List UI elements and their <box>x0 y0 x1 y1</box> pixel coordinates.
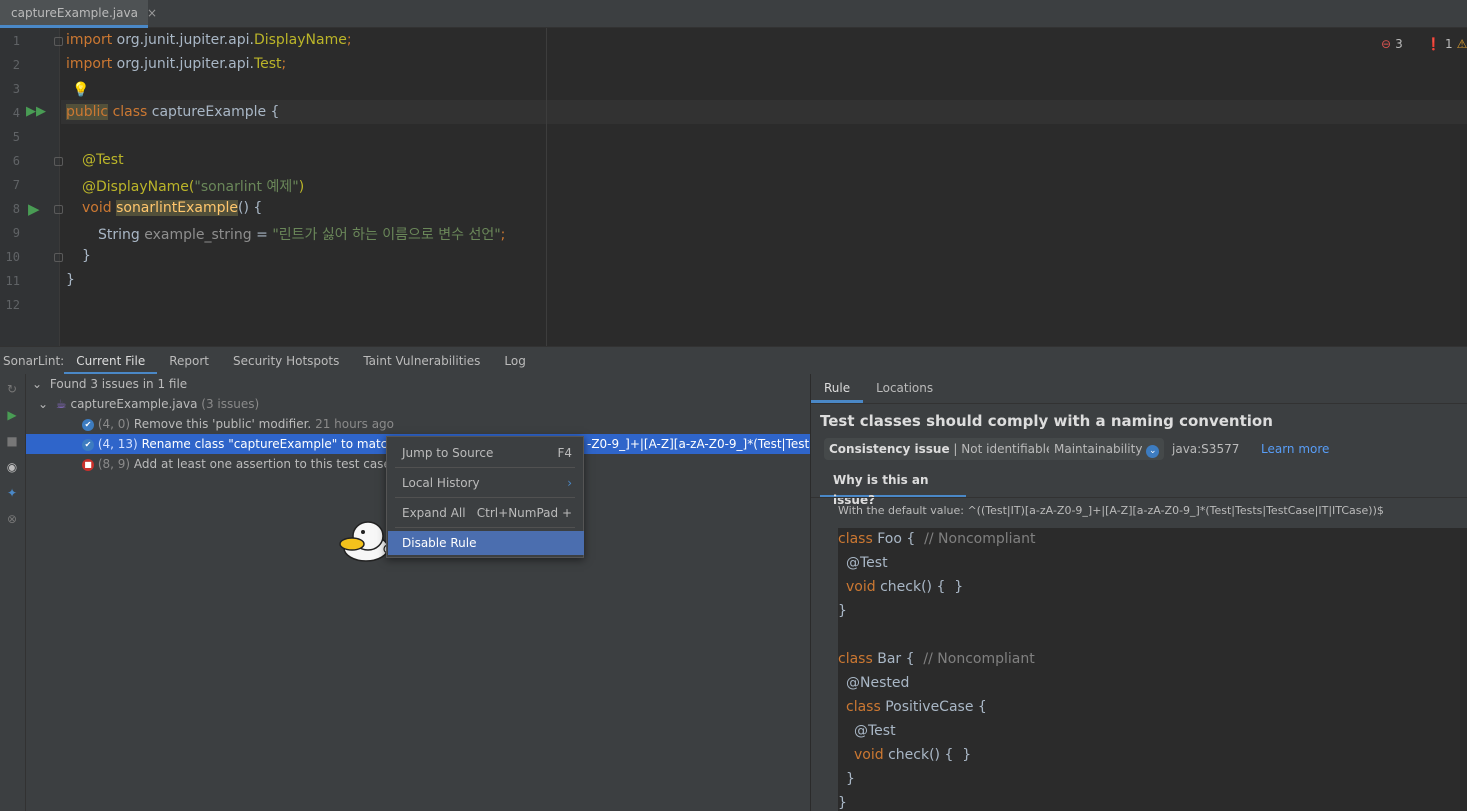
menu-item-jump-to-source[interactable]: Jump to Source F4 <box>388 441 584 465</box>
code-line-11: } <box>66 272 75 288</box>
code-smell-icon: ✔ <box>82 418 94 431</box>
code-line-9: String example_string = "린트가 싫어 하는 이름으로 … <box>98 227 506 243</box>
code-example-line: void check() { } <box>854 747 972 763</box>
code-example-line: } <box>846 771 855 787</box>
editor-gutter: 1 2 3 4 5 6 7 8 9 10 11 12 ▶▶ ▶ <box>0 28 60 346</box>
menu-separator <box>395 527 575 528</box>
line-number: 4 <box>12 106 20 120</box>
close-icon[interactable]: × <box>147 6 157 20</box>
code-example: class Foo { // Noncompliant @Test void c… <box>838 528 1467 811</box>
code-example-line: class PositiveCase { <box>846 699 987 715</box>
code-example-line: } <box>838 795 847 811</box>
code-line-1: import org.junit.jupiter.api.DisplayName… <box>66 32 352 48</box>
tab-security-hotspots[interactable]: Security Hotspots <box>221 347 351 375</box>
warning-circle-icon: ❗ <box>1426 37 1441 51</box>
chevron-down-icon: ⌄ <box>1146 445 1160 458</box>
quality-badge[interactable]: Maintainability ⌄ <box>1049 438 1165 460</box>
divider <box>811 497 1467 498</box>
settings-tools-icon[interactable]: ✦ <box>5 486 19 500</box>
code-line-6: @Test <box>82 152 124 168</box>
line-number: 8 <box>12 202 20 216</box>
toolwindow-label: SonarLint: <box>3 353 65 368</box>
learn-more-link[interactable]: Learn more <box>1261 442 1329 456</box>
error-icon: ⊖ <box>1381 37 1392 51</box>
code-line-2: import org.junit.jupiter.api.Test; <box>66 56 287 72</box>
sonarlint-toolbar: SonarLint: Current File Report Security … <box>0 346 1467 375</box>
tab-why-is-this-an-issue[interactable]: Why is this an issue? <box>820 470 966 507</box>
line-number: 3 <box>12 82 20 96</box>
refresh-icon[interactable]: ↻ <box>5 382 19 396</box>
run-all-icon[interactable]: ▶▶ <box>26 104 46 119</box>
tab-captureexample[interactable]: captureExample.java × <box>0 0 157 28</box>
menu-item-expand-all[interactable]: Expand All Ctrl+NumPad + <box>388 501 584 525</box>
line-number: 12 <box>5 298 20 312</box>
tab-current-file[interactable]: Current File <box>64 347 158 375</box>
chevron-down-icon[interactable]: ⌄ <box>38 397 48 411</box>
line-number: 6 <box>12 154 20 168</box>
code-line-8: void sonarlintExample() { <box>82 200 263 216</box>
line-number: 11 <box>5 274 20 288</box>
context-menu: Jump to Source F4 Local History › Expand A… <box>386 436 584 558</box>
tool-strip: ↻ ▶ ■ ◉ ✦ ⊗ <box>0 374 26 811</box>
code-example-line: class Bar { // Noncompliant <box>838 651 1035 667</box>
line-number: 2 <box>12 58 20 72</box>
right-margin-guide <box>546 28 547 346</box>
inspection-warnings[interactable]: ❗ 1 ⚠ <box>1426 37 1467 51</box>
menu-separator <box>395 497 575 498</box>
menu-item-disable-rule[interactable]: Disable Rule <box>388 531 584 555</box>
editor-tab-bar: captureExample.java × <box>0 0 1467 28</box>
default-value-text: With the default value: ^((Test|IT)[a-zA… <box>838 504 1384 517</box>
clean-code-attribute-badge: Consistency issue | Not identifiable <box>824 438 1059 460</box>
line-number: 9 <box>12 226 20 240</box>
eye-icon[interactable]: ◉ <box>5 460 19 474</box>
chevron-down-icon[interactable]: ⌄ <box>32 377 42 391</box>
stop-icon[interactable]: ■ <box>5 434 19 448</box>
fold-icon[interactable] <box>54 37 63 46</box>
tab-label: captureExample.java <box>11 5 138 20</box>
rule-title: Test classes should comply with a naming… <box>820 412 1273 430</box>
fold-icon[interactable] <box>54 157 63 166</box>
clear-icon[interactable]: ⊗ <box>5 512 19 526</box>
tree-file-node[interactable]: ⌄ ☕ captureExample.java (3 issues) <box>26 394 810 414</box>
warning-triangle-icon: ⚠ <box>1456 37 1467 51</box>
code-example-line: void check() { } <box>846 579 964 595</box>
code-line-10: } <box>82 248 91 264</box>
fold-icon[interactable] <box>54 205 63 214</box>
bug-icon: ■ <box>82 458 94 471</box>
tab-taint-vulnerabilities[interactable]: Taint Vulnerabilities <box>351 347 492 375</box>
code-line-4: public class captureExample { <box>66 104 280 120</box>
line-number: 10 <box>5 250 20 264</box>
code-example-line: } <box>838 603 847 619</box>
menu-separator <box>395 467 575 468</box>
code-example-line: @Test <box>854 723 896 739</box>
rule-panel: Rule Locations Test classes should compl… <box>810 374 1467 811</box>
tree-root[interactable]: ⌄ Found 3 issues in 1 file <box>26 374 810 394</box>
code-line-7: @DisplayName("sonarlint 예제") <box>82 179 305 195</box>
code-example-line: class Foo { // Noncompliant <box>838 531 1036 547</box>
tab-log[interactable]: Log <box>492 347 537 375</box>
code-example-line: @Test <box>846 555 888 571</box>
fold-icon[interactable] <box>54 253 63 262</box>
rule-key: java:S3577 <box>1172 442 1240 456</box>
line-number: 5 <box>12 130 20 144</box>
run-test-icon[interactable]: ▶ <box>28 200 40 218</box>
line-number: 7 <box>12 178 20 192</box>
tab-report[interactable]: Report <box>157 347 221 375</box>
inspection-errors[interactable]: ⊖ 3 <box>1381 37 1403 51</box>
list-item[interactable]: ✔ (4, 0) Remove this 'public' modifier. … <box>26 414 810 434</box>
code-example-line: @Nested <box>846 675 910 691</box>
code-editor[interactable]: 1 2 3 4 5 6 7 8 9 10 11 12 ▶▶ ▶ import o… <box>0 28 1467 346</box>
rule-tabs: Rule Locations <box>811 374 1467 404</box>
lightbulb-icon[interactable]: 💡 <box>72 82 89 98</box>
code-smell-icon: ✔ <box>82 438 94 451</box>
run-analysis-icon[interactable]: ▶ <box>5 408 19 422</box>
tab-locations[interactable]: Locations <box>863 374 946 403</box>
java-class-icon: ☕ <box>55 397 67 411</box>
tab-rule[interactable]: Rule <box>811 374 864 403</box>
menu-item-local-history[interactable]: Local History › <box>388 471 584 495</box>
line-number: 1 <box>12 34 20 48</box>
